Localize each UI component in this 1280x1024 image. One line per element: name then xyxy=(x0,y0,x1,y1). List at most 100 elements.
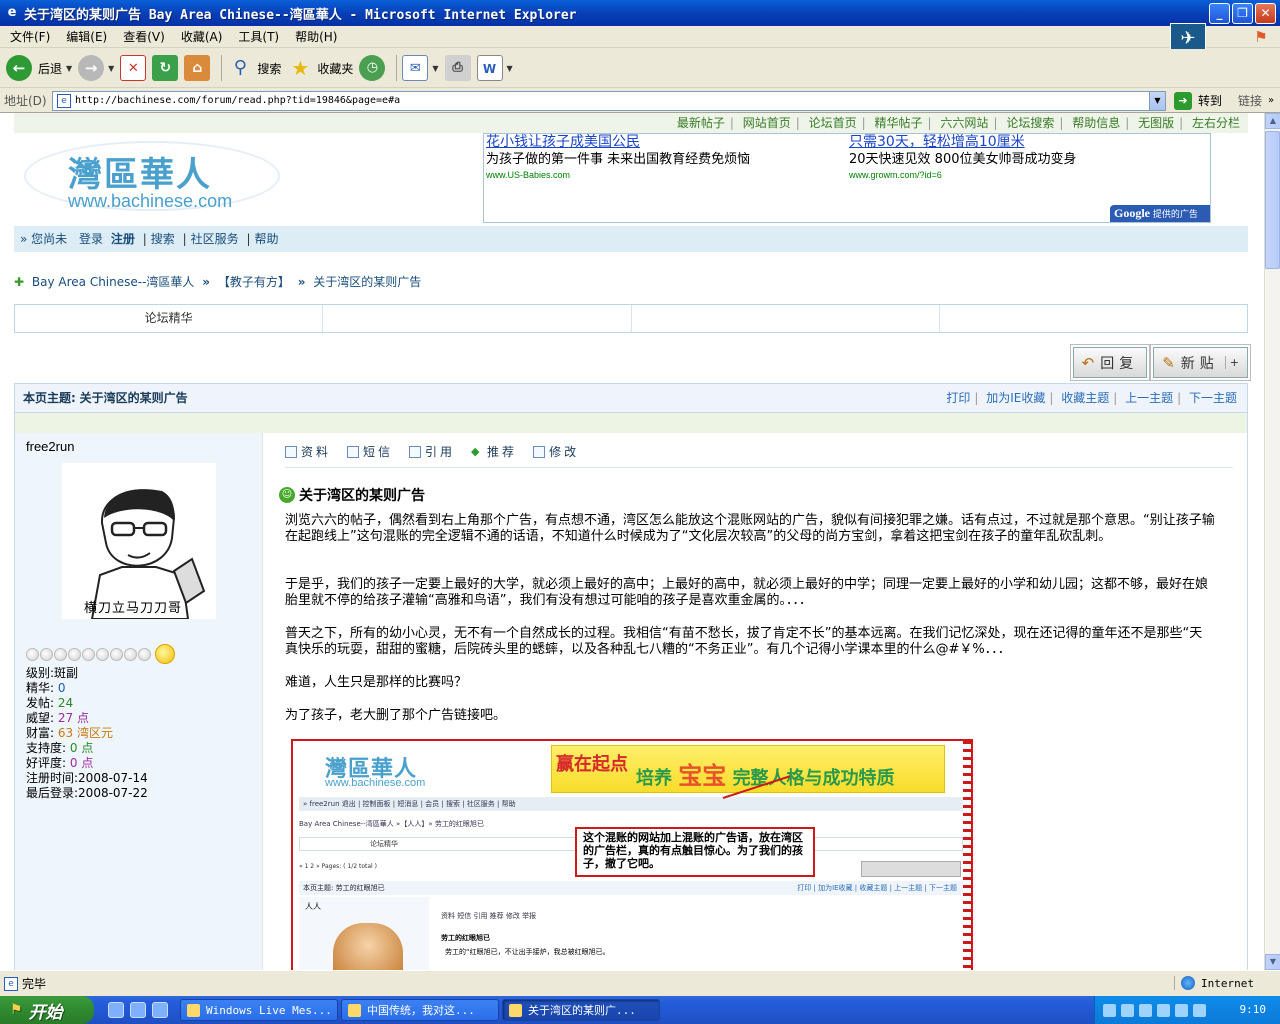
search-icon: ⚲ xyxy=(233,57,247,78)
forum-digest-link[interactable]: 论坛精华 xyxy=(15,305,324,332)
task-chinese-tradition[interactable]: 中国传统，我对这... xyxy=(341,999,499,1021)
logo-url: www.bachinese.com xyxy=(68,191,233,211)
digest-row: 论坛精华 xyxy=(14,304,1248,333)
new-post-button[interactable]: ✎ 新贴 + xyxy=(1153,347,1248,378)
forward-button[interactable]: → ▼ xyxy=(78,55,114,81)
start-button[interactable]: ⚑ 开始 xyxy=(0,996,94,1024)
breadcrumb-home[interactable]: Bay Area Chinese--湾區華人 xyxy=(32,275,195,289)
ad-url[interactable]: www.US-Babies.com xyxy=(486,168,846,182)
menu-help[interactable]: 帮助(H) xyxy=(289,28,343,45)
menu-tools[interactable]: 工具(T) xyxy=(232,28,285,45)
new-post-more-icon[interactable]: + xyxy=(1224,356,1239,369)
edit-button[interactable]: W ▼ xyxy=(476,55,513,81)
address-input[interactable]: e http://bachinese.com/forum/read.php?ti… xyxy=(52,90,1166,111)
login-link[interactable]: 登录 xyxy=(79,232,103,246)
media-quicklaunch-icon[interactable] xyxy=(152,1002,168,1018)
menu-file[interactable]: 文件(F) xyxy=(4,28,56,45)
google-ads-badge[interactable]: Google 提供的广告 xyxy=(1110,205,1210,222)
post-title-text: 关于湾区的某则广告 xyxy=(299,488,425,504)
author-name[interactable]: free2run xyxy=(26,439,74,454)
chevron-right-icon[interactable]: » xyxy=(1268,95,1274,106)
link-forum-home[interactable]: 论坛首页 xyxy=(809,116,857,130)
profile-button[interactable]: 资料 xyxy=(285,443,331,460)
close-button[interactable]: ✕ xyxy=(1255,3,1276,24)
volume-icon[interactable] xyxy=(1139,1003,1152,1017)
link-text-only[interactable]: 无图版 xyxy=(1138,116,1174,130)
messenger-icon xyxy=(187,1003,200,1017)
add-ie-favorites-link[interactable]: 加为IE收藏 xyxy=(986,391,1045,405)
go-button[interactable]: ➜ 转到 xyxy=(1174,91,1222,110)
update-icon[interactable] xyxy=(1193,1003,1206,1017)
refresh-button[interactable]: ↻ xyxy=(152,55,179,81)
maximize-button[interactable]: ❐ xyxy=(1232,3,1253,24)
message-button[interactable]: 短信 xyxy=(347,443,393,460)
ad-url[interactable]: www.growm.com/?id=6 xyxy=(849,168,1209,182)
link-digest[interactable]: 精华帖子 xyxy=(875,116,923,130)
mail-button[interactable]: ✉ ▼ xyxy=(402,55,439,81)
window-title: 关于湾区的某则广告 Bay Area Chinese--湾區華人 - Micro… xyxy=(24,7,577,23)
menu-edit[interactable]: 编辑(E) xyxy=(60,28,113,45)
favorites-button[interactable]: ★ 收藏夹 xyxy=(287,55,353,81)
ad-2[interactable]: 只需30天，轻松增高10厘米 20天快速见效 800位美女帅哥成功变身 www.… xyxy=(849,134,1209,182)
network-icon[interactable] xyxy=(1121,1003,1134,1017)
task-current-page[interactable]: 关于湾区的某则广... xyxy=(502,999,660,1021)
reply-button[interactable]: ↶ 回复 xyxy=(1072,347,1148,378)
breadcrumb-topic[interactable]: 关于湾区的某则广告 xyxy=(313,275,421,289)
site-logo[interactable]: 灣區華人 www.bachinese.com xyxy=(24,135,280,215)
keyboard-icon[interactable] xyxy=(1103,1003,1116,1017)
print-button[interactable]: ⎙ xyxy=(444,55,471,81)
print-link[interactable]: 打印 xyxy=(946,391,970,405)
vertical-scrollbar[interactable]: ▲ ▼ xyxy=(1264,113,1280,970)
next-topic-link[interactable]: 下一主题 xyxy=(1189,391,1237,405)
link-site-home[interactable]: 网站首页 xyxy=(743,116,791,130)
stop-button[interactable]: ✕ xyxy=(120,55,147,81)
author-column: free2run 横刀立马刀刀哥 级别:斑副 精华: 0 发帖: 24 威望: … xyxy=(15,433,263,970)
ad-title[interactable]: 花小钱让孩子成美国公民 xyxy=(486,134,846,151)
links-button[interactable]: 链接 xyxy=(1238,92,1262,109)
chevron-down-icon[interactable]: ▼ xyxy=(1149,91,1165,110)
messenger-tray-icon[interactable] xyxy=(1157,1003,1170,1017)
menu-view[interactable]: 查看(V) xyxy=(117,28,171,45)
link-split-view[interactable]: 左右分栏 xyxy=(1192,116,1240,130)
address-url[interactable]: http://bachinese.com/forum/read.php?tid=… xyxy=(75,95,400,106)
search-link[interactable]: 搜索 xyxy=(151,232,175,246)
plus-icon: ✚ xyxy=(14,275,25,289)
search-button[interactable]: ⚲ 搜索 xyxy=(227,55,282,81)
link-forum-search[interactable]: 论坛搜索 xyxy=(1006,116,1054,130)
favorite-topic-link[interactable]: 收藏主题 xyxy=(1061,391,1109,405)
ie-quicklaunch-icon[interactable] xyxy=(108,1002,124,1018)
edit-post-button[interactable]: 修改 xyxy=(533,443,579,460)
security-zone[interactable]: Internet xyxy=(1174,976,1254,990)
clock[interactable]: 9:10 xyxy=(1240,1003,1267,1016)
link-66-site[interactable]: 六六网站 xyxy=(940,116,988,130)
back-button[interactable]: ← 后退 ▼ xyxy=(6,55,72,81)
task-live-messenger[interactable]: Windows Live Mes... xyxy=(180,999,338,1021)
chevron-down-icon[interactable]: ▼ xyxy=(66,64,72,73)
home-button[interactable]: ⌂ xyxy=(184,55,211,81)
link-latest[interactable]: 最新帖子 xyxy=(677,116,725,130)
recommend-button[interactable]: ◆ 推荐 xyxy=(471,443,517,460)
scroll-up-icon[interactable]: ▲ xyxy=(1265,113,1280,129)
scroll-thumb[interactable] xyxy=(1265,131,1280,269)
help-link[interactable]: 帮助 xyxy=(255,232,279,246)
breadcrumb-forum[interactable]: 【教子有方】 xyxy=(218,275,290,289)
link-help[interactable]: 帮助信息 xyxy=(1072,116,1120,130)
ad-title[interactable]: 只需30天，轻松增高10厘米 xyxy=(849,134,1209,151)
chevron-down-icon[interactable]: ▼ xyxy=(108,64,114,73)
previous-topic-link[interactable]: 上一主题 xyxy=(1125,391,1173,405)
embedded-screenshot[interactable]: 灣區華人 www.bachinese.com 赢在起点 培养 宝宝 完整人格与成… xyxy=(291,739,973,970)
page-icon: e xyxy=(4,977,18,991)
register-link[interactable]: 注册 xyxy=(111,232,135,246)
history-button[interactable]: ◷ xyxy=(359,55,386,81)
outlook-quicklaunch-icon[interactable] xyxy=(130,1002,146,1018)
quote-button[interactable]: 引用 xyxy=(409,443,455,460)
ad-1[interactable]: 花小钱让孩子成美国公民 为孩子做的第一件事 未来出国教育经费免烦恼 www.US… xyxy=(486,134,846,182)
chevron-down-icon[interactable]: ▼ xyxy=(507,64,513,73)
scroll-down-icon[interactable]: ▼ xyxy=(1265,954,1280,970)
minimize-button[interactable]: _ xyxy=(1209,3,1230,24)
digest-cell xyxy=(323,305,632,332)
security-icon[interactable] xyxy=(1175,1003,1188,1017)
community-services-link[interactable]: 社区服务 xyxy=(191,232,239,246)
menu-favorites[interactable]: 收藏(A) xyxy=(175,28,229,45)
chevron-down-icon[interactable]: ▼ xyxy=(432,64,438,73)
